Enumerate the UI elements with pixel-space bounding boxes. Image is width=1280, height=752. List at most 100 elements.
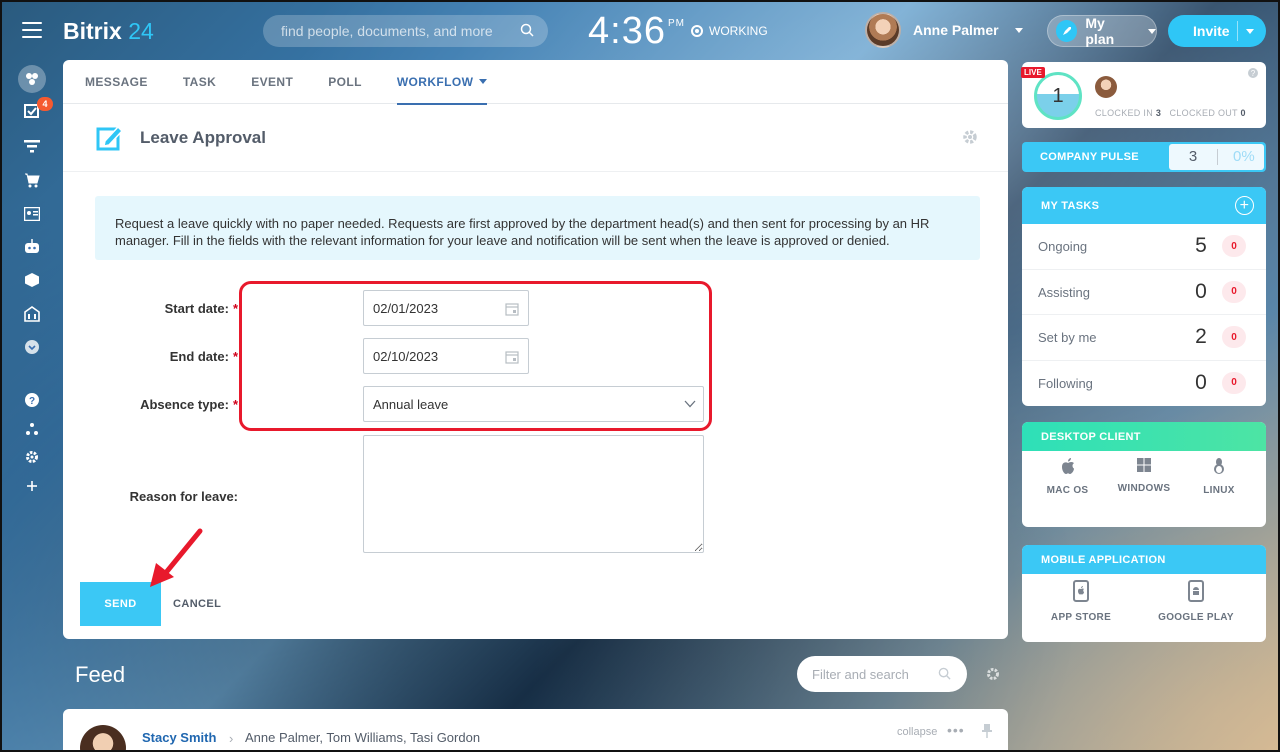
- download-windows[interactable]: WINDOWS: [1114, 457, 1174, 494]
- calendar-icon[interactable]: [505, 302, 519, 316]
- top-header: Bitrix 24 4:36PM WORKING Anne Palmer My …: [0, 0, 1280, 62]
- pulse-values: 3 0%: [1169, 144, 1264, 170]
- start-date-field[interactable]: [363, 290, 529, 326]
- tab-message[interactable]: MESSAGE: [85, 60, 148, 104]
- reason-label: Reason for leave:: [129, 489, 238, 504]
- company-icon[interactable]: [22, 304, 42, 324]
- gear-icon[interactable]: [986, 667, 1000, 681]
- workflow-description: Request a leave quickly with no paper ne…: [95, 196, 980, 260]
- download-google-play[interactable]: GOOGLE PLAY: [1156, 580, 1236, 623]
- workflow-header: Leave Approval: [63, 104, 1008, 172]
- tasks-badge: 4: [37, 97, 53, 111]
- avatar: [865, 12, 901, 48]
- avatar[interactable]: [1095, 76, 1117, 98]
- overdue-badge[interactable]: 0: [1222, 280, 1246, 303]
- pin-icon[interactable]: [981, 724, 993, 738]
- chevron-down-icon[interactable]: [1246, 29, 1254, 34]
- end-date-label: End date: *: [169, 349, 238, 364]
- mobile-app-header: MOBILE APPLICATION: [1022, 545, 1266, 574]
- help-icon[interactable]: ?: [1248, 68, 1258, 78]
- box-icon[interactable]: [22, 270, 42, 290]
- settings-icon[interactable]: [22, 447, 42, 467]
- absence-type-label: Absence type: *: [140, 397, 238, 412]
- feed-search: [797, 656, 967, 692]
- global-search: [263, 15, 548, 47]
- annotation-arrow: [150, 528, 203, 587]
- tab-event[interactable]: EVENT: [251, 60, 293, 104]
- absence-type-select[interactable]: Annual leave: [363, 386, 704, 422]
- chevron-down-icon: [684, 400, 696, 408]
- reason-textarea[interactable]: [363, 435, 704, 553]
- avatar[interactable]: [80, 725, 126, 752]
- robot-icon[interactable]: [22, 236, 42, 256]
- status-icon: [691, 25, 703, 37]
- user-menu[interactable]: Anne Palmer: [865, 12, 1023, 48]
- post-author[interactable]: Stacy Smith: [142, 730, 216, 745]
- contacts-icon[interactable]: [22, 204, 42, 224]
- download-linux[interactable]: LINUX: [1194, 457, 1244, 496]
- work-status[interactable]: WORKING: [691, 24, 768, 38]
- search-input[interactable]: [263, 15, 548, 47]
- linux-icon: [1214, 458, 1224, 474]
- my-tasks-header: MY TASKS +: [1022, 187, 1266, 224]
- left-sidebar: ?: [0, 62, 64, 752]
- calendar-icon[interactable]: [505, 350, 519, 364]
- chevron-down-icon: [479, 79, 488, 84]
- overdue-badge[interactable]: 0: [1222, 326, 1246, 348]
- edit-form-icon: [96, 125, 124, 150]
- overdue-badge[interactable]: 0: [1222, 371, 1246, 394]
- android-icon: [1188, 580, 1204, 602]
- clock-stats: CLOCKED IN 3 CLOCKED OUT 0: [1095, 108, 1246, 118]
- tab-poll[interactable]: POLL: [328, 60, 362, 104]
- my-plan-button[interactable]: My plan: [1047, 15, 1157, 47]
- help-icon[interactable]: ?: [22, 390, 42, 410]
- time-tracking-widget[interactable]: 1 CLOCKED IN 3 CLOCKED OUT 0 ?: [1022, 62, 1266, 128]
- apple-icon: [1061, 458, 1074, 474]
- collapse-link[interactable]: collapse: [897, 726, 937, 738]
- company-pulse[interactable]: COMPANY PULSE 3 0%: [1022, 142, 1266, 172]
- add-task-icon[interactable]: +: [1235, 196, 1254, 215]
- feed-post: Stacy Smith › Anne Palmer, Tom Williams,…: [63, 709, 1008, 752]
- iphone-icon: [1073, 580, 1089, 602]
- structure-icon[interactable]: [22, 419, 42, 439]
- clocked-in-counter: 1: [1034, 72, 1082, 120]
- crm-icon[interactable]: [22, 136, 42, 156]
- more-icon[interactable]: •••: [947, 722, 965, 738]
- desktop-client-header: DESKTOP CLIENT: [1022, 422, 1266, 451]
- activity-stream-icon[interactable]: [18, 65, 46, 93]
- gear-icon[interactable]: [962, 129, 978, 145]
- start-date-label: Start date: *: [164, 301, 238, 316]
- chevron-right-icon: ›: [229, 731, 234, 746]
- download-macos[interactable]: MAC OS: [1040, 457, 1095, 496]
- rocket-icon: [1056, 20, 1078, 42]
- search-icon[interactable]: [938, 667, 951, 680]
- my-tasks-widget: MY TASKS + Ongoing 5 0 Assisting 0 0 Set by …: [1022, 187, 1266, 406]
- task-row-ongoing[interactable]: Ongoing 5 0: [1022, 224, 1266, 270]
- clock[interactable]: 4:36 PM: [588, 10, 685, 53]
- download-app-store[interactable]: APP STORE: [1046, 580, 1116, 623]
- composer-tabs: MESSAGE TASK EVENT POLL WORKFLOW: [63, 60, 1008, 105]
- logo[interactable]: Bitrix 24: [63, 18, 154, 45]
- post-recipients: Anne Palmer, Tom Williams, Tasi Gordon: [245, 730, 481, 745]
- tab-task[interactable]: TASK: [183, 60, 216, 104]
- svg-text:?: ?: [29, 396, 35, 407]
- task-row-following[interactable]: Following 0 0: [1022, 361, 1266, 407]
- absence-type-value: Annual leave: [373, 396, 449, 412]
- menu-icon[interactable]: [22, 22, 42, 38]
- cart-icon[interactable]: [22, 170, 42, 190]
- live-badge: LIVE: [1021, 67, 1045, 78]
- add-icon[interactable]: [22, 476, 42, 496]
- task-row-assisting[interactable]: Assisting 0 0: [1022, 270, 1266, 315]
- invite-button[interactable]: Invite: [1168, 15, 1266, 47]
- more-icon[interactable]: [22, 337, 42, 357]
- workflow-title: Leave Approval: [140, 127, 266, 147]
- task-row-set-by-me[interactable]: Set by me 2 0: [1022, 315, 1266, 361]
- end-date-field[interactable]: [363, 338, 529, 374]
- chevron-down-icon: [1148, 28, 1156, 34]
- chevron-down-icon: [1014, 27, 1023, 33]
- search-icon[interactable]: [520, 23, 534, 37]
- overdue-badge[interactable]: 0: [1222, 235, 1246, 257]
- tab-workflow[interactable]: WORKFLOW: [396, 60, 488, 105]
- mobile-app-widget: MOBILE APPLICATION APP STORE GOOGLE PLAY: [1022, 545, 1266, 642]
- cancel-button[interactable]: CANCEL: [173, 598, 221, 610]
